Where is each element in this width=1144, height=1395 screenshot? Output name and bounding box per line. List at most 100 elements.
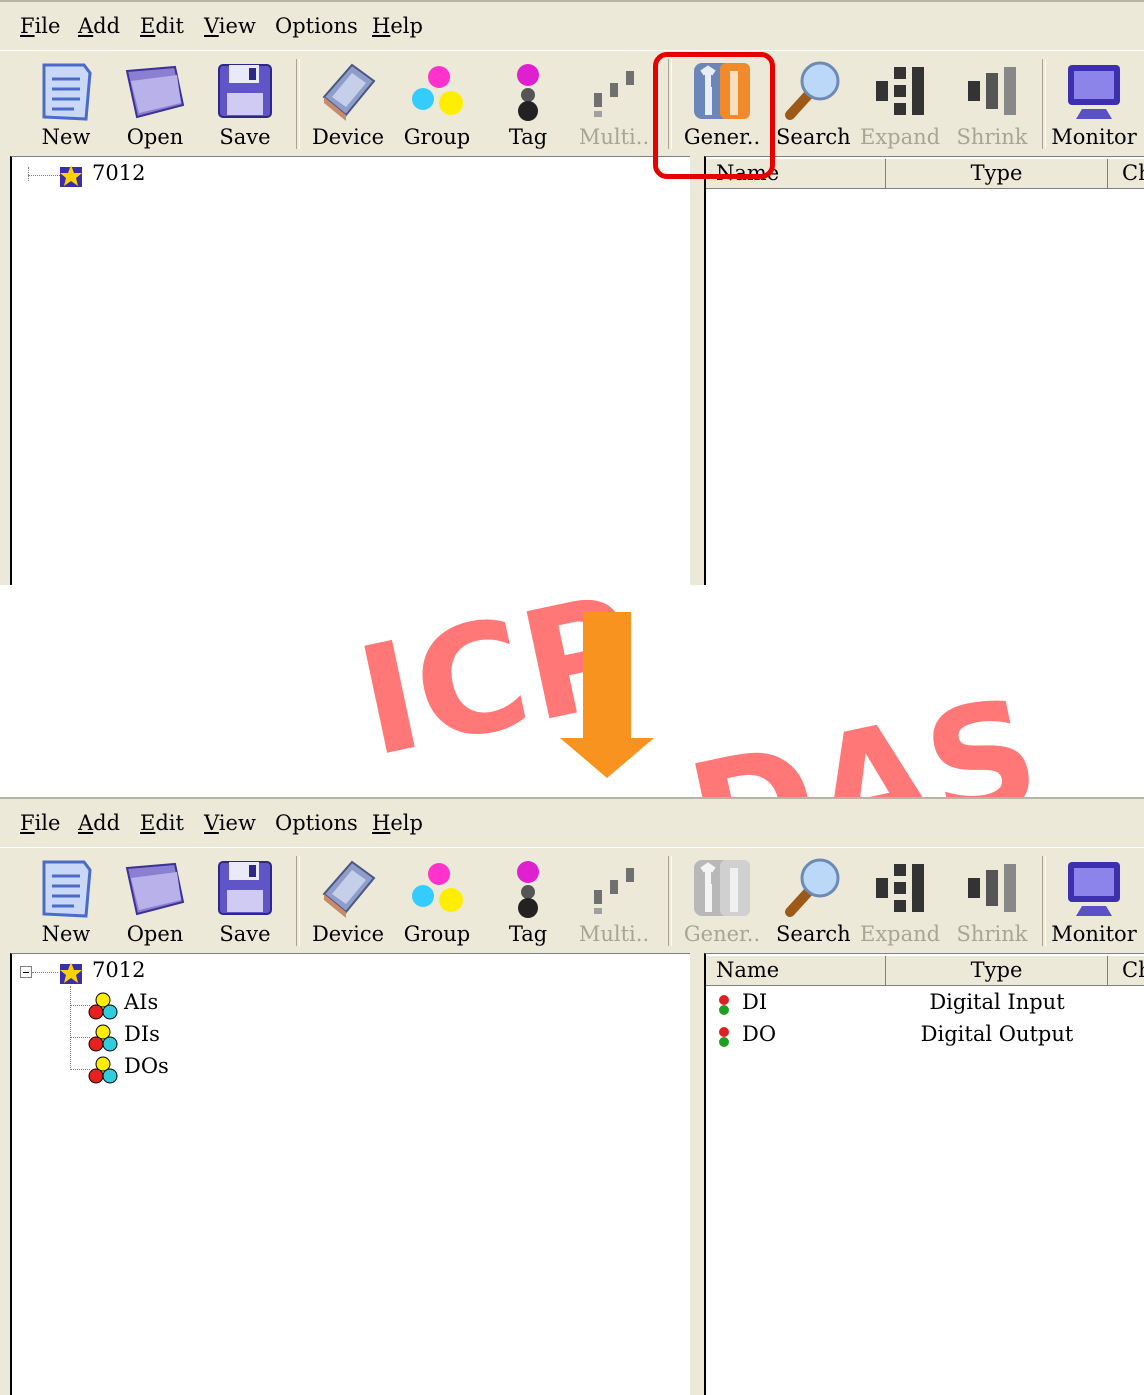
tag-button[interactable]: Tag — [497, 848, 559, 954]
tag-status-icon — [719, 1027, 729, 1047]
highlight-box — [653, 52, 775, 179]
save-label: Save — [219, 922, 271, 946]
column-header-ch[interactable]: Ch — [1108, 159, 1144, 189]
column-header-type[interactable]: Type — [886, 159, 1108, 189]
group-icon — [88, 992, 118, 1020]
toolbar-separator — [1042, 856, 1046, 946]
search-label: Search — [776, 125, 851, 149]
generate-button[interactable]: Gener.. — [680, 848, 764, 954]
multi-button[interactable]: Multi.. — [578, 51, 650, 157]
device-label: Device — [311, 922, 385, 946]
open-folder-icon — [125, 862, 185, 916]
menu-edit[interactable]: Edit — [140, 14, 184, 38]
tree-pane[interactable]: 7012 AIs DIs DOs — [10, 953, 690, 1395]
tag-button[interactable]: Tag — [497, 51, 559, 157]
expand-label: Expand — [860, 125, 941, 149]
monitor-icon — [1068, 862, 1120, 916]
floppy-disk-icon — [218, 861, 272, 915]
expand-button[interactable]: Expand — [860, 848, 940, 954]
device-module-icon — [322, 860, 376, 918]
tag-label: Tag — [508, 125, 548, 149]
expand-tree-icon — [876, 67, 924, 115]
menu-help[interactable]: Help — [372, 811, 423, 835]
device-button[interactable]: Device — [307, 51, 389, 157]
tag-icon — [517, 861, 539, 918]
menu-add[interactable]: Add — [78, 811, 120, 835]
multi-icon — [594, 868, 634, 914]
tree-pane[interactable]: 7012 — [10, 156, 690, 585]
shrink-label: Shrink — [956, 922, 1028, 946]
tag-status-icon — [719, 995, 729, 1015]
monitor-button[interactable]: Monitor — [1050, 848, 1138, 954]
tree-root-label[interactable]: 7012 — [92, 161, 145, 185]
group-icon — [412, 863, 463, 912]
app-window-after: File Add Edit View Options Help New Open — [0, 797, 1144, 1395]
search-button[interactable]: Search — [776, 848, 851, 954]
save-button[interactable]: Save — [205, 51, 285, 157]
menu-bar: File Add Edit View Options Help — [0, 0, 1144, 50]
monitor-icon — [1068, 65, 1120, 119]
open-button[interactable]: Open — [115, 848, 195, 954]
menu-options[interactable]: Options — [275, 14, 358, 38]
down-arrow-head-icon — [560, 738, 654, 778]
device-node-icon — [60, 165, 82, 187]
menu-view[interactable]: View — [204, 811, 256, 835]
open-label: Open — [126, 125, 184, 149]
shrink-label: Shrink — [956, 125, 1028, 149]
new-button[interactable]: New — [30, 848, 102, 954]
list-row[interactable]: DO Digital Output — [706, 1020, 1144, 1052]
shrink-button[interactable]: Shrink — [952, 848, 1032, 954]
device-label: Device — [311, 125, 385, 149]
menu-view[interactable]: View — [204, 14, 256, 38]
search-button[interactable]: Search — [776, 51, 851, 157]
group-button[interactable]: Group — [398, 848, 476, 954]
toolbar-separator — [296, 856, 300, 946]
tag-label: Tag — [508, 922, 548, 946]
save-button[interactable]: Save — [205, 848, 285, 954]
expand-button[interactable]: Expand — [860, 51, 940, 157]
group-icon — [412, 66, 463, 115]
new-button[interactable]: New — [30, 51, 102, 157]
monitor-label: Monitor — [1051, 125, 1137, 149]
new-document-icon — [42, 63, 92, 121]
menu-file[interactable]: File — [20, 14, 60, 38]
column-header-ch[interactable]: Ch — [1108, 956, 1144, 986]
open-button[interactable]: Open — [115, 51, 195, 157]
list-pane[interactable]: Name Type Ch — [704, 156, 1144, 585]
group-button[interactable]: Group — [398, 51, 476, 157]
generate-tools-icon — [694, 860, 750, 916]
menu-edit[interactable]: Edit — [140, 811, 184, 835]
toolbar: New Open Save Device Group Tag Multi.. G… — [0, 847, 1144, 953]
list-row[interactable]: DI Digital Input — [706, 988, 1144, 1020]
tag-icon — [517, 64, 539, 121]
menu-help[interactable]: Help — [372, 14, 423, 38]
multi-button[interactable]: Multi.. — [578, 848, 650, 954]
generate-label: Gener.. — [683, 922, 761, 946]
monitor-label: Monitor — [1051, 922, 1137, 946]
column-header-type[interactable]: Type — [886, 956, 1108, 986]
group-icon — [88, 1024, 118, 1052]
device-node-icon — [60, 962, 82, 984]
menu-file[interactable]: File — [20, 811, 60, 835]
expand-label: Expand — [860, 922, 941, 946]
menu-bar: File Add Edit View Options Help — [0, 797, 1144, 847]
list-pane[interactable]: Name Type Ch DI Digital Input DO Digital… — [704, 953, 1144, 1395]
down-arrow-icon — [583, 612, 631, 740]
toolbar: New Open Save Device Group Tag Multi.. G… — [0, 50, 1144, 156]
multi-label: Multi.. — [578, 922, 650, 946]
monitor-button[interactable]: Monitor — [1050, 51, 1138, 157]
floppy-disk-icon — [218, 64, 272, 118]
collapse-toggle[interactable] — [20, 966, 32, 978]
device-module-icon — [322, 63, 376, 121]
shrink-tree-icon — [968, 864, 1016, 912]
search-label: Search — [776, 922, 851, 946]
column-header-name[interactable]: Name — [706, 956, 886, 986]
magnifier-icon — [785, 858, 840, 917]
tree-root-label[interactable]: 7012 — [92, 958, 145, 982]
multi-icon — [594, 71, 634, 117]
device-button[interactable]: Device — [307, 848, 389, 954]
new-document-icon — [42, 860, 92, 918]
menu-options[interactable]: Options — [275, 811, 358, 835]
shrink-button[interactable]: Shrink — [952, 51, 1032, 157]
menu-add[interactable]: Add — [78, 14, 120, 38]
